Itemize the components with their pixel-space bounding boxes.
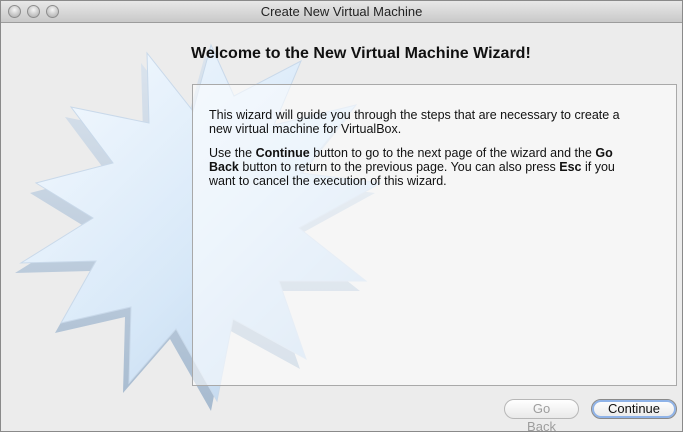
- go-back-button[interactable]: Go Back: [504, 399, 579, 431]
- description-panel: This wizard will guide you through the s…: [192, 84, 677, 386]
- title-bar: Create New Virtual Machine: [1, 1, 682, 23]
- wizard-heading: Welcome to the New Virtual Machine Wizar…: [191, 45, 531, 62]
- continue-keyword: Continue: [255, 146, 310, 160]
- intro-paragraph: This wizard will guide you through the s…: [209, 108, 620, 136]
- esc-keyword: Esc: [559, 160, 582, 174]
- wizard-content: Welcome to the New Virtual Machine Wizar…: [1, 23, 682, 431]
- wizard-window: Create New Virtual Machine Welcome to th…: [0, 0, 683, 432]
- instructions-paragraph: Use the Continue button to go to the nex…: [209, 146, 615, 188]
- window-title: Create New Virtual Machine: [260, 4, 423, 19]
- continue-button[interactable]: Continue: [591, 399, 677, 419]
